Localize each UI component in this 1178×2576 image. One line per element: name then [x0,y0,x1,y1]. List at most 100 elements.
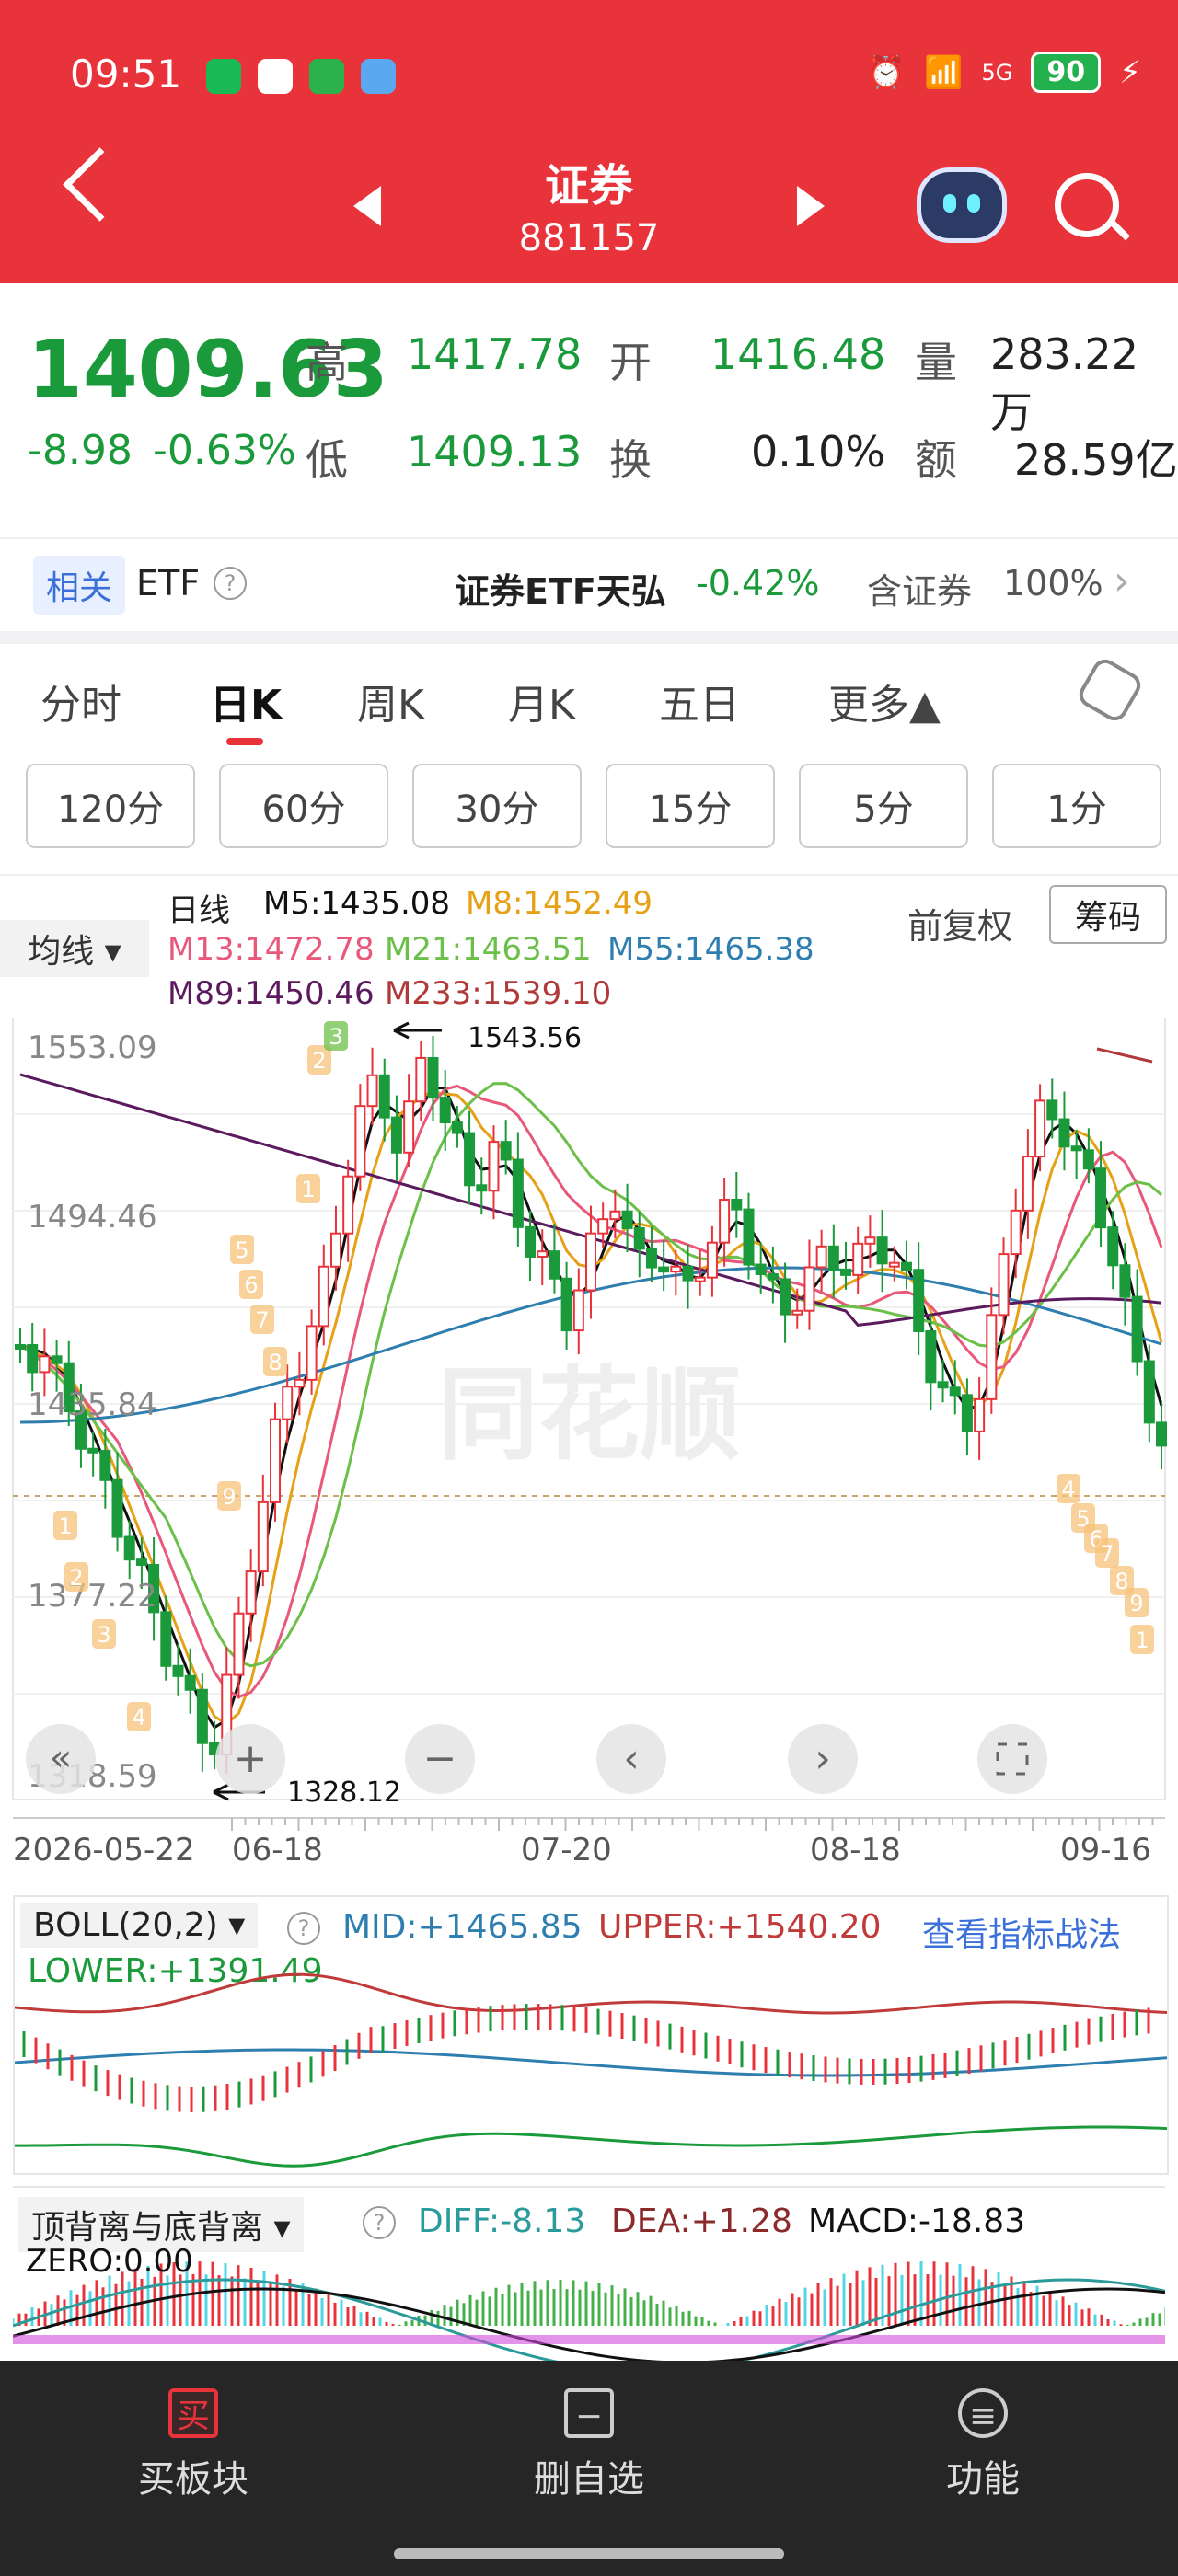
charging-icon: ⚡ [1119,53,1141,91]
adjust-mode[interactable]: 前复权 [907,898,1012,949]
candle-body [743,1208,755,1266]
candle-body [27,1344,39,1374]
candle-body [986,1314,998,1400]
x-label: 08-18 [810,1832,901,1869]
candle-body [731,1199,743,1211]
x-label: 06-18 [232,1832,323,1869]
tab-five-day[interactable]: 五日 [659,672,740,730]
candle-body [1034,1099,1046,1158]
help-icon[interactable]: ? [214,567,247,600]
buy-sector-button[interactable]: 买 买板块 [55,2388,331,2502]
ma-selector[interactable]: 均线 ▾ [0,920,149,977]
help-icon[interactable]: ? [363,2206,396,2239]
related-etf-row[interactable]: 相关 ETF ? 证券ETF天弘 -0.42% 含证券 100% › [0,537,1178,633]
candle-body [961,1394,973,1432]
period-selector: 120分 60分 30分 15分 5分 1分 [0,764,1178,856]
candle-body [658,1266,670,1273]
battery-level: 90 [1031,52,1102,93]
macd-zero-band [13,2335,1165,2344]
etf-label: ETF [136,563,201,604]
candle-body [840,1268,852,1276]
candle-body [572,1289,584,1332]
volume-value: 283.22万 [990,329,1138,437]
search-icon[interactable] [1055,173,1119,237]
period-30min[interactable]: 30分 [412,764,582,848]
tab-daily-k[interactable]: 日K [210,672,282,745]
candle-body [366,1074,378,1108]
candle-body [51,1355,63,1364]
tab-intraday[interactable]: 分时 [40,672,121,730]
y-label: 1435.84 [28,1386,157,1423]
candle-body [464,1132,476,1187]
candle-body [949,1386,961,1397]
candle-body [439,1097,451,1124]
home-indicator [394,2548,784,2559]
candle-body [755,1263,767,1275]
candle-body [15,1344,26,1350]
candle-body [403,1100,415,1154]
assistant-robot-icon[interactable] [917,167,1007,243]
functions-button[interactable]: ≡ 功能 [845,2388,1121,2502]
candle-body [294,1378,306,1388]
candle-body [1022,1156,1034,1212]
price-change-pct: -0.63% [153,427,296,474]
price-change: -8.98 [28,427,133,474]
macd-zero: ZERO:0.00 [26,2243,193,2280]
signal-label: 5G [981,59,1013,86]
period-120min[interactable]: 120分 [26,764,195,848]
candle-body [888,1261,900,1268]
period-60min[interactable]: 60分 [219,764,388,848]
candle-body [415,1056,427,1103]
candle-body [585,1232,596,1292]
low-value: 1409.13 [407,427,583,477]
tab-more[interactable]: 更多▲ [828,672,941,730]
svg-text:«: « [50,1737,72,1779]
candle-body [645,1248,657,1269]
remove-watchlist-label: 删自选 [534,2458,644,2501]
status-time: 09:51 [70,52,182,97]
candle-body [378,1074,390,1119]
bottom-action-bar: 买 买板块 − 删自选 ≡ 功能 [0,2361,1178,2576]
candle-body [925,1329,937,1384]
period-5min[interactable]: 5分 [799,764,968,848]
period-1min[interactable]: 1分 [992,764,1161,848]
candle-body [390,1116,402,1154]
chips-button[interactable]: 筹码 [1049,885,1167,944]
boll-panel: BOLL(20,2) ▾ ? MID:+1465.85 UPPER:+1540.… [13,1895,1169,2175]
candle-body [803,1266,815,1312]
etf-contain-value: 100% [1003,563,1103,604]
candle-body [476,1184,488,1192]
kline-chart[interactable]: 同花顺 1553.09 1494.46 1435.84 1377.22 1 3 1 8… [0,1018,1178,1901]
candle-body [974,1397,986,1432]
low-label: 低 [306,435,348,485]
tab-weekly-k[interactable]: 周K [357,672,424,730]
candle-body [694,1276,706,1282]
sequence-marker-label: 9 [1129,1591,1143,1616]
candle-body [1082,1149,1094,1170]
fullscreen-icon[interactable] [977,1724,1047,1794]
candle-body [560,1277,572,1332]
section-divider [0,631,1178,644]
macd-diff: DIFF:-8.13 [418,2202,586,2240]
svg-text:+: + [234,1735,268,1782]
line-type-label: 日线 [167,892,230,929]
settings-hex-icon[interactable] [1074,654,1146,726]
candle-body [257,1501,269,1573]
sequence-marker-label: 3 [329,1024,342,1050]
svg-text:›: › [814,1735,831,1782]
candle-body [537,1250,549,1258]
period-15min[interactable]: 15分 [606,764,775,848]
sequence-marker-label: 9 [222,1484,236,1510]
candle-body [99,1450,111,1481]
x-axis-ticks [231,1818,1154,1831]
remove-watchlist-button[interactable]: − 删自选 [451,2388,727,2502]
candle-body [780,1278,791,1316]
tab-monthly-k[interactable]: 月K [508,672,575,730]
candle-body [1131,1295,1143,1363]
next-sector-icon[interactable] [797,186,825,226]
sequence-marker-label: 3 [97,1622,110,1648]
buy-icon: 买 [168,2388,218,2438]
ma233-value: M233:1539.10 [385,975,612,1012]
watermark-logo: 同花顺 [437,1356,741,1474]
open-value: 1416.48 [710,329,886,379]
